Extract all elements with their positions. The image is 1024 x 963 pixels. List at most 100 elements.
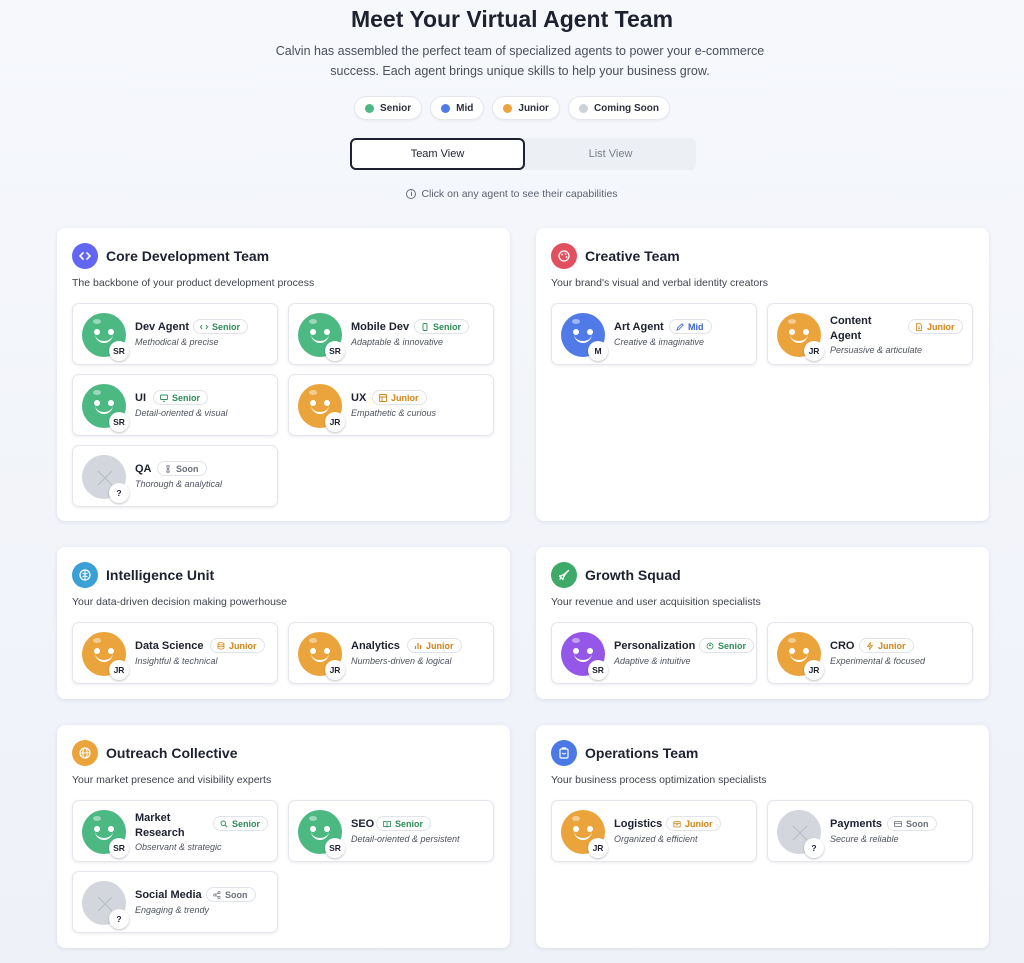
legend-coming-soon-label: Coming Soon [593, 102, 659, 114]
level-badge: Soon [887, 816, 937, 831]
phone-icon [422, 322, 428, 331]
layout-icon [379, 393, 387, 402]
level-badge: Junior [372, 390, 427, 405]
agent-avatar: JR [561, 810, 608, 858]
level-badge: Senior [376, 816, 432, 831]
agent-avatar: SR [82, 810, 129, 858]
agent-avatar: SR [298, 313, 345, 361]
team-title: Creative Team [585, 248, 680, 264]
team-card-outreach: Outreach Collective Your market presence… [57, 725, 510, 948]
agent-card-qa[interactable]: ? QA Thorough & analytical Soon [72, 445, 278, 507]
agent-trait: Experimental & focused [830, 656, 926, 666]
legend-coming-soon-dot [578, 103, 588, 113]
level-chip: ? [109, 909, 129, 929]
agent-card-payments[interactable]: ? Payments Secure & reliable Soon [767, 800, 973, 862]
zap-icon [867, 641, 873, 650]
agent-avatar: ? [82, 881, 129, 929]
legend-coming-soon: Coming Soon [567, 96, 670, 120]
agent-name: Market Research [135, 812, 185, 839]
team-card-creative: Creative Team Your brand's visual and ve… [536, 228, 989, 521]
hint: i Click on any agent to see their capabi… [0, 188, 1024, 200]
agent-name: Personalization [614, 640, 696, 652]
team-description: Your data-driven decision making powerho… [72, 596, 287, 608]
team-description: Your market presence and visibility expe… [72, 774, 272, 786]
list-view-button[interactable]: List View [525, 138, 696, 170]
agent-name: Content Agent [830, 315, 872, 342]
page-subtitle: Calvin has assembled the perfect team of… [275, 44, 765, 78]
agent-card-cro[interactable]: JR CRO Experimental & focused Junior [767, 622, 973, 684]
code-small-icon [200, 324, 208, 329]
agent-avatar: JR [777, 313, 824, 361]
level-badge: Junior [210, 638, 265, 653]
legend-junior: Junior [492, 96, 560, 120]
team-description: Your brand's visual and verbal identity … [551, 277, 768, 289]
agent-avatar: ? [82, 455, 129, 503]
agent-trait: Thorough & analytical [135, 479, 223, 489]
agent-name: Logistics [614, 818, 663, 830]
agent-trait: Insightful & technical [135, 656, 218, 666]
level-chip: JR [588, 838, 608, 858]
level-chip: JR [804, 660, 824, 680]
level-badge: Senior [699, 638, 755, 653]
agent-avatar: SR [298, 810, 345, 858]
agent-card-market-research[interactable]: SR Market Research Observant & strategic… [72, 800, 278, 862]
agent-avatar: M [561, 313, 608, 361]
package-icon [673, 820, 681, 827]
agent-trait: Secure & reliable [830, 834, 899, 844]
agent-trait: Detail-oriented & visual [135, 408, 228, 418]
database-icon [217, 641, 225, 649]
globe-icon [72, 740, 98, 766]
hint-text: Click on any agent to see their capabili… [421, 188, 618, 200]
agent-card-personalization[interactable]: SR Personalization Adaptive & intuitive … [551, 622, 757, 684]
agent-name: SEO [351, 818, 375, 830]
level-badge: Senior [414, 319, 470, 334]
agent-trait: Organized & efficient [614, 834, 698, 844]
agent-avatar: JR [298, 632, 345, 680]
agent-trait: Detail-oriented & persistent [351, 834, 460, 844]
agent-card-analytics[interactable]: JR Analytics Numbers-driven & logical Ju… [288, 622, 494, 684]
team-card-growth: Growth Squad Your revenue and user acqui… [536, 547, 989, 699]
agent-card-dev-agent[interactable]: SR Dev Agent Methodical & precise Senior [72, 303, 278, 365]
agent-trait: Adaptable & innovative [351, 337, 444, 347]
info-icon: i [406, 189, 417, 199]
agent-card-art-agent[interactable]: M Art Agent Creative & imaginative Mid [551, 303, 757, 365]
agent-avatar: JR [82, 632, 129, 680]
level-chip: SR [109, 838, 129, 858]
team-title: Core Development Team [106, 248, 270, 264]
level-badge: Senior [193, 319, 249, 334]
agent-name: Art Agent [614, 321, 664, 333]
level-chip: M [588, 341, 608, 361]
legend-senior-label: Senior [380, 102, 412, 114]
palette-icon [551, 243, 577, 269]
credit-card-icon [894, 820, 902, 827]
level-chip: JR [325, 412, 345, 432]
agent-trait: Engaging & trendy [135, 905, 210, 915]
bar-chart-icon [414, 642, 422, 649]
search-icon [220, 820, 228, 828]
team-view-button[interactable]: Team View [350, 138, 525, 170]
level-badge: Mid [669, 319, 712, 334]
agent-card-seo[interactable]: SR SEO Detail-oriented & persistent Seni… [288, 800, 494, 862]
agent-card-logistics[interactable]: JR Logistics Organized & efficient Junio… [551, 800, 757, 862]
level-badge: Soon [206, 887, 256, 902]
page-title: Meet Your Virtual Agent Team [350, 6, 674, 32]
level-chip: JR [109, 660, 129, 680]
agent-trait: Observant & strategic [135, 842, 222, 852]
agent-card-ui[interactable]: SR UI Detail-oriented & visual Senior [72, 374, 278, 436]
team-title: Outreach Collective [106, 745, 238, 761]
share-icon [213, 890, 221, 899]
agent-avatar: SR [561, 632, 608, 680]
level-badge: Junior [407, 638, 462, 653]
team-title: Intelligence Unit [106, 567, 215, 583]
agent-card-content-agent[interactable]: JR Content Agent Persuasive & articulate… [767, 303, 973, 365]
agent-avatar: ? [777, 810, 824, 858]
agent-card-ux[interactable]: JR UX Empathetic & curious Junior [288, 374, 494, 436]
agent-card-mobile-dev[interactable]: SR Mobile Dev Adaptable & innovative Sen… [288, 303, 494, 365]
agent-avatar: SR [82, 313, 129, 361]
legend-junior-dot [503, 103, 513, 113]
agent-card-data-science[interactable]: JR Data Science Insightful & technical J… [72, 622, 278, 684]
agent-trait: Adaptive & intuitive [614, 656, 691, 666]
agent-avatar: JR [777, 632, 824, 680]
agent-card-social-media[interactable]: ? Social Media Engaging & trendy Soon [72, 871, 278, 933]
document-icon [916, 322, 922, 331]
